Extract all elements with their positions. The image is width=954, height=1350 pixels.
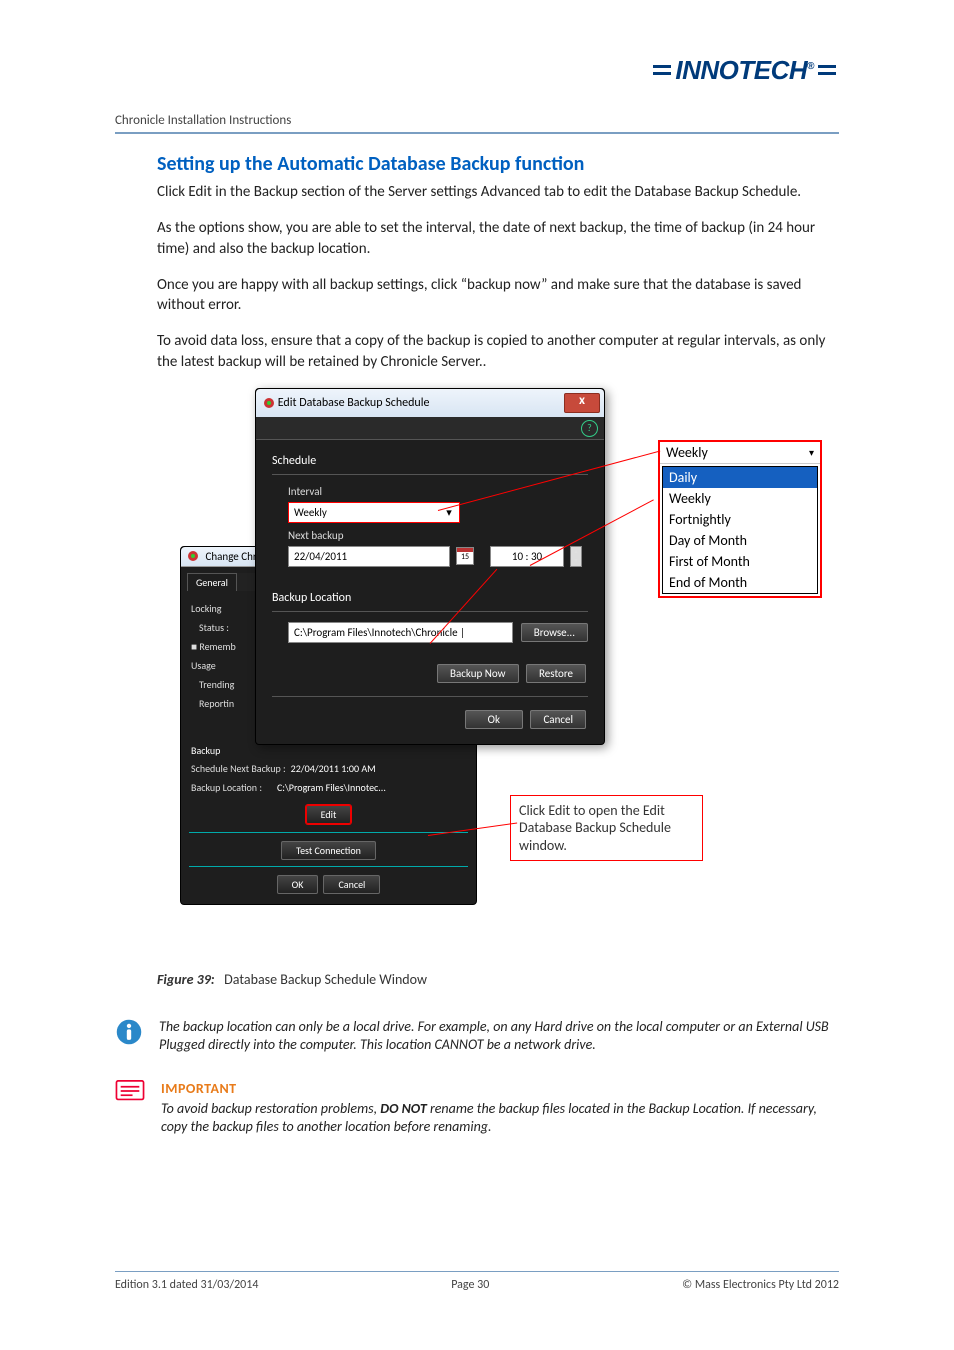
dropdown-option[interactable]: Daily	[663, 467, 817, 488]
restore-button[interactable]: Restore	[526, 664, 586, 683]
body-paragraph: Click Edit in the Backup section of the …	[157, 182, 839, 202]
chevron-down-icon: ▾	[809, 446, 814, 459]
tab-general[interactable]: General	[187, 573, 237, 591]
dropdown-option[interactable]: End of Month	[663, 572, 817, 593]
annotation-callout: Click Edit to open the Edit Database Bac…	[510, 795, 703, 862]
interval-dropdown-expanded: Weekly▾ DailyWeeklyFortnightlyDay of Mon…	[658, 440, 822, 598]
interval-dropdown[interactable]: Weekly▾	[288, 502, 460, 523]
browse-button[interactable]: Browse...	[521, 623, 588, 642]
cancel-button[interactable]: Cancel	[530, 710, 586, 729]
divider	[115, 132, 839, 134]
time-spinner[interactable]: ▴▾	[570, 546, 582, 567]
dropdown-option[interactable]: Day of Month	[663, 530, 817, 551]
help-icon[interactable]: ?	[581, 420, 598, 437]
close-icon[interactable]: x	[564, 393, 600, 413]
app-icon	[187, 550, 199, 562]
edit-backup-button[interactable]: Edit	[306, 805, 352, 824]
time-input[interactable]: 10 : 30	[490, 546, 564, 567]
info-icon	[115, 1018, 143, 1046]
body-paragraph: To avoid data loss, ensure that a copy o…	[157, 331, 839, 372]
label-backup-location: Backup Location :	[191, 781, 262, 794]
important-icon	[115, 1080, 145, 1102]
footer-right: © Mass Electronics Pty Ltd 2012	[682, 1278, 839, 1292]
body-paragraph: Once you are happy with all backup setti…	[157, 275, 839, 316]
dropdown-option[interactable]: Weekly	[663, 488, 817, 509]
label-interval: Interval	[288, 485, 588, 498]
dropdown-option[interactable]: First of Month	[663, 551, 817, 572]
info-note: The backup location can only be a local …	[159, 1018, 839, 1054]
group-backup: Backup	[191, 744, 466, 757]
dropdown-option[interactable]: Fortnightly	[663, 509, 817, 530]
label-next-backup: Schedule Next Backup :	[191, 762, 286, 775]
label-next-backup: Next backup	[288, 529, 588, 542]
footer-left: Edition 3.1 dated 31/03/2014	[115, 1278, 258, 1292]
test-connection-button[interactable]: Test Connection	[281, 841, 376, 860]
value-next-backup: 22/04/2011 1:00 AM	[291, 762, 376, 775]
figure-composite: Change Chronic General Locking Status : …	[140, 388, 839, 953]
important-label: IMPORTANT	[161, 1080, 839, 1097]
body-paragraph: As the options show, you are able to set…	[157, 218, 839, 259]
value-backup-location: C:\Program Files\Innotec...	[277, 781, 386, 794]
section-heading: Setting up the Automatic Database Backup…	[157, 152, 839, 176]
cancel-button[interactable]: Cancel	[323, 875, 380, 894]
date-input[interactable]: 22/04/2011	[288, 546, 450, 567]
location-input[interactable]: C:\Program Files\Innotech\Chronicle |	[288, 622, 513, 643]
backup-now-button[interactable]: Backup Now	[437, 664, 519, 683]
calendar-icon[interactable]: 15	[456, 547, 474, 565]
brand-logo: INNOTECH®	[653, 55, 836, 86]
doc-header: Chronicle Installation Instructions	[115, 113, 839, 128]
section-location: Backup Location	[272, 591, 588, 605]
ok-button[interactable]: Ok	[465, 710, 523, 729]
ok-button[interactable]: OK	[277, 875, 319, 894]
dialog-titlebar: Edit Database Backup Schedule x	[256, 389, 604, 417]
section-schedule: Schedule	[272, 454, 588, 468]
important-note: To avoid backup restoration problems, DO…	[161, 1100, 839, 1136]
backup-schedule-dialog: Edit Database Backup Schedule x ? Schedu…	[255, 388, 605, 745]
dropdown-selected[interactable]: Weekly▾	[660, 442, 820, 464]
footer-center: Page 30	[451, 1278, 489, 1292]
figure-caption: Figure 39: Database Backup Schedule Wind…	[157, 971, 839, 988]
app-icon	[263, 397, 275, 409]
